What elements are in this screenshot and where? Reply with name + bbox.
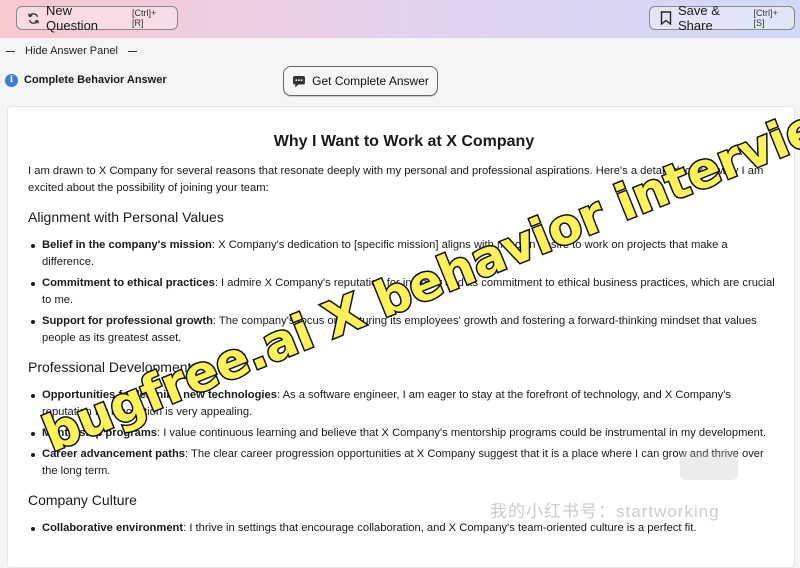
item-bold: Career advancement paths bbox=[42, 448, 186, 460]
list-item: Opportunities for learning new technolog… bbox=[28, 387, 780, 421]
new-question-shortcut: [Ctrl]+[R] bbox=[131, 8, 157, 28]
watermark-text: 我的小红书号：startworking bbox=[490, 502, 720, 521]
top-toolbar: New Question [Ctrl]+[R] Save & Share [Ct… bbox=[0, 0, 800, 38]
bullet-list: Belief in the company's mission: X Compa… bbox=[28, 237, 780, 351]
divider-right bbox=[127, 50, 137, 52]
divider-left bbox=[6, 50, 15, 52]
watermark-logo bbox=[680, 452, 738, 480]
chat-icon bbox=[292, 75, 306, 88]
list-item: Collaborative environment: I thrive in s… bbox=[28, 520, 780, 537]
item-bold: Support for professional growth bbox=[42, 315, 213, 327]
get-complete-answer-button[interactable]: Get Complete Answer bbox=[283, 66, 438, 96]
section-heading: Professional Development bbox=[28, 359, 192, 375]
bullet-list: Collaborative environment: I thrive in s… bbox=[28, 520, 780, 541]
item-bold: Belief in the company's mission bbox=[42, 239, 212, 251]
item-bold: Opportunities for learning new technolog… bbox=[42, 389, 277, 401]
list-item: Commitment to ethical practices: I admir… bbox=[28, 275, 780, 309]
hide-answer-panel-label: Hide Answer Panel bbox=[25, 45, 118, 57]
item-bold: Mentorship programs bbox=[42, 427, 157, 439]
intro-paragraph: I am drawn to X Company for several reas… bbox=[28, 165, 764, 194]
section-heading: Alignment with Personal Values bbox=[28, 209, 224, 225]
save-share-shortcut: [Ctrl]+[S] bbox=[753, 8, 778, 28]
item-bold: Commitment to ethical practices bbox=[42, 277, 215, 289]
info-icon: i bbox=[5, 74, 18, 87]
save-share-button[interactable]: Save & Share [Ctrl]+[S] bbox=[649, 3, 795, 33]
answer-header: i Complete Behavior Answer Get Complete … bbox=[0, 64, 800, 100]
list-item: Belief in the company's mission: X Compa… bbox=[28, 237, 780, 271]
item-bold: Collaborative environment bbox=[42, 522, 184, 534]
get-complete-answer-label: Get Complete Answer bbox=[312, 74, 429, 88]
list-item: Mentorship programs: I value continuous … bbox=[28, 425, 780, 442]
answer-panel-toggle[interactable]: Hide Answer Panel bbox=[0, 38, 800, 64]
list-item: Career advancement paths: The clear care… bbox=[28, 446, 780, 480]
new-question-label: New Question bbox=[46, 3, 99, 33]
item-text: : I thrive in settings that encourage co… bbox=[183, 522, 697, 534]
bullet-list: Opportunities for learning new technolog… bbox=[28, 387, 780, 484]
document-title: Why I Want to Work at X Company bbox=[273, 133, 535, 150]
section-heading: Company Culture bbox=[28, 492, 137, 508]
list-item: Support for professional growth: The com… bbox=[28, 313, 780, 347]
save-share-label: Save & Share bbox=[678, 3, 720, 33]
new-question-button[interactable]: New Question [Ctrl]+[R] bbox=[16, 3, 178, 33]
answer-section-title: Complete Behavior Answer bbox=[24, 74, 167, 86]
refresh-icon bbox=[27, 12, 40, 25]
item-text: : I value continuous learning and believ… bbox=[157, 427, 767, 439]
bookmark-icon bbox=[660, 11, 672, 25]
